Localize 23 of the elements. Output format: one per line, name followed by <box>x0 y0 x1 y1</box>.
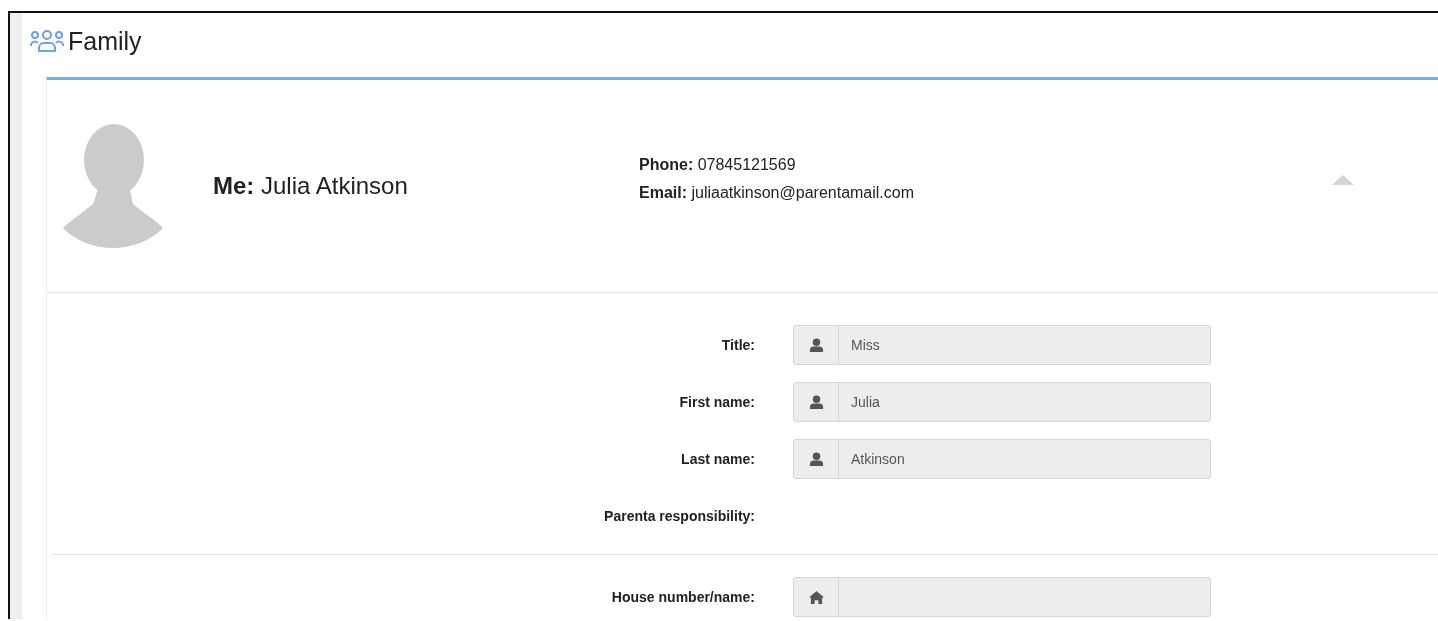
input-field[interactable]: Miss <box>793 325 1211 365</box>
person-icon <box>808 394 824 410</box>
field-value: Julia <box>851 394 880 410</box>
page-title: Family <box>68 27 142 56</box>
home-icon <box>808 589 824 605</box>
collapse-button[interactable] <box>1332 175 1354 185</box>
field-value: Atkinson <box>851 451 905 467</box>
contact-detail: Email: juliaatkinson@parentamail.com <box>639 184 915 202</box>
field-label: House number/name: <box>610 589 755 605</box>
people-icon <box>30 29 64 54</box>
field-label: First name: <box>678 394 755 410</box>
person-icon <box>808 337 824 353</box>
input-field[interactable]: Julia <box>793 382 1211 422</box>
input-field[interactable]: Atkinson <box>793 439 1211 479</box>
profile-name: Me: Julia Atkinson <box>213 172 409 200</box>
field-label: Last name: <box>680 451 755 467</box>
field-value: Miss <box>851 337 880 353</box>
caret-icon <box>1332 175 1354 185</box>
field-label: Title: <box>720 337 755 353</box>
person-icon <box>808 451 824 467</box>
field-label: Parenta responsibility: <box>603 508 755 524</box>
input-field[interactable] <box>793 577 1211 617</box>
contact-detail: Phone: 07845121569 <box>639 156 797 174</box>
